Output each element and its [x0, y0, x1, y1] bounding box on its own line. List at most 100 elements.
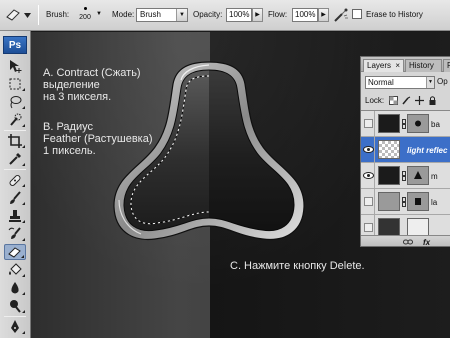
marquee-tool[interactable] [4, 76, 26, 92]
lock-position-icon[interactable] [415, 96, 424, 105]
layer-thumbnail [378, 114, 400, 133]
layer-mask-thumbnail [407, 114, 429, 133]
mode-value: Brush [140, 10, 161, 19]
quick-selection-tool[interactable] [4, 112, 26, 128]
instruction-a-line-2: выделение [43, 79, 100, 91]
layers-panel: Layers × History P Normal ▼ Op Lock: ba [360, 56, 450, 247]
chain-link-icon [402, 119, 406, 129]
clone-stamp-tool[interactable] [4, 208, 26, 224]
mode-label: Mode: [112, 10, 135, 19]
history-brush-tool[interactable] [4, 226, 26, 242]
layer-row[interactable]: ba [361, 111, 450, 137]
mode-select[interactable]: Brush ▼ [136, 8, 188, 22]
close-icon[interactable]: × [395, 60, 400, 72]
layers-bottom-bar: fx [361, 235, 450, 246]
chevron-down-icon: ▼ [426, 77, 434, 88]
history-brush-icon [8, 227, 21, 239]
lasso-tool[interactable] [4, 94, 26, 110]
mask-shape-icon [415, 198, 421, 205]
instruction-b-line-1: B. Радиус [43, 121, 93, 133]
erase-to-history-label: Erase to History [366, 10, 423, 19]
brush-dropdown-icon[interactable]: ▼ [96, 9, 103, 19]
layer-mask-thumbnail [407, 192, 429, 211]
layer-name: ba [431, 120, 440, 129]
fx-icon[interactable]: fx [423, 238, 430, 246]
brush-preset-picker[interactable]: 200 [74, 2, 96, 28]
tab-history[interactable]: History [405, 59, 442, 72]
instruction-a-line-3: на 3 пикселя. [43, 91, 112, 103]
tools-panel: Ps [0, 31, 31, 338]
layer-visibility-toggle[interactable] [362, 189, 375, 215]
tab-layers-label: Layers [367, 61, 392, 70]
opacity-input[interactable]: 100% [226, 8, 252, 22]
layer-name: m [431, 172, 438, 181]
layer-opacity-label: Op [437, 77, 448, 86]
chevron-down-icon: ▼ [176, 9, 187, 21]
layer-visibility-toggle[interactable] [362, 111, 375, 137]
layer-visibility-toggle[interactable] [362, 137, 375, 163]
tool-preset-dropdown-icon[interactable] [23, 9, 32, 21]
brush-label: Brush: [46, 10, 70, 19]
brush-tool[interactable] [4, 190, 26, 206]
rectangular-marquee-icon [9, 78, 21, 90]
pen-icon [11, 320, 19, 333]
erase-to-history-checkbox[interactable] [352, 9, 362, 19]
options-bar: Brush: 200 ▼ Mode: Brush ▼ Opacity: 100%… [0, 0, 450, 31]
eraser-tool[interactable] [4, 244, 26, 260]
opacity-label: Opacity: [193, 10, 223, 19]
lock-all-icon[interactable] [428, 96, 437, 105]
flow-label: Flow: [268, 10, 288, 19]
options-separator [38, 5, 39, 25]
layer-name: light reflec [407, 146, 448, 155]
chain-link-icon [402, 197, 406, 207]
tab-layers[interactable]: Layers × [363, 59, 404, 72]
layer-visibility-toggle[interactable] [362, 163, 375, 189]
opacity-slider-button[interactable]: ▶ [252, 8, 263, 22]
instruction-b: B. Радиус Feather (Растушевка) 1 пиксель… [43, 121, 153, 157]
eye-icon [363, 146, 374, 153]
move-tool[interactable] [4, 58, 26, 74]
instruction-b-line-2: Feather (Растушевка) [43, 133, 153, 145]
instruction-b-line-3: 1 пиксель. [43, 145, 96, 157]
crop-tool[interactable] [4, 133, 26, 149]
dodge-tool[interactable] [4, 298, 26, 314]
link-icon[interactable] [403, 238, 413, 246]
lock-transparency-icon[interactable] [389, 96, 398, 105]
paint-bucket-tool[interactable] [4, 262, 26, 278]
lock-row: Lock: [365, 95, 450, 107]
eyedropper-icon [9, 153, 21, 165]
healing-brush-tool[interactable] [4, 172, 26, 188]
crop-icon [8, 134, 22, 148]
blend-mode-select[interactable]: Normal ▼ [365, 76, 435, 89]
tab-paths[interactable]: P [443, 59, 450, 72]
move-icon [10, 60, 22, 73]
layer-row[interactable]: m [361, 163, 450, 189]
hidden-eye-box [364, 197, 373, 206]
instruction-c: C. Нажмите кнопку Delete. [230, 260, 365, 272]
layer-thumbnail [378, 166, 400, 185]
panel-tabs: Layers × History P [361, 57, 450, 72]
dodge-icon [10, 300, 21, 313]
layer-row-selected[interactable]: light reflec [361, 137, 450, 163]
lock-pixels-icon[interactable] [402, 96, 411, 105]
hidden-eye-box [364, 119, 373, 128]
brush-icon [10, 191, 21, 204]
blur-drop-icon [11, 282, 19, 294]
layer-thumbnail [378, 192, 400, 211]
layer-row[interactable]: la [361, 189, 450, 215]
mask-shape-icon [414, 171, 422, 179]
flow-slider-button[interactable]: ▶ [318, 8, 329, 22]
flow-input[interactable]: 100% [292, 8, 318, 22]
brush-size: 200 [79, 14, 91, 21]
lock-label: Lock: [365, 96, 385, 105]
eraser-tool-preset-icon[interactable] [4, 7, 22, 21]
layers-list: ba light reflec m la [361, 110, 450, 241]
paint-bucket-icon [9, 263, 22, 275]
bandage-icon [9, 175, 21, 186]
pen-tool[interactable] [4, 319, 26, 335]
stamp-icon [9, 210, 21, 222]
eyedropper-tool[interactable] [4, 151, 26, 167]
mask-shape-icon [415, 120, 421, 127]
airbrush-icon[interactable] [333, 7, 349, 23]
blur-tool[interactable] [4, 280, 26, 296]
